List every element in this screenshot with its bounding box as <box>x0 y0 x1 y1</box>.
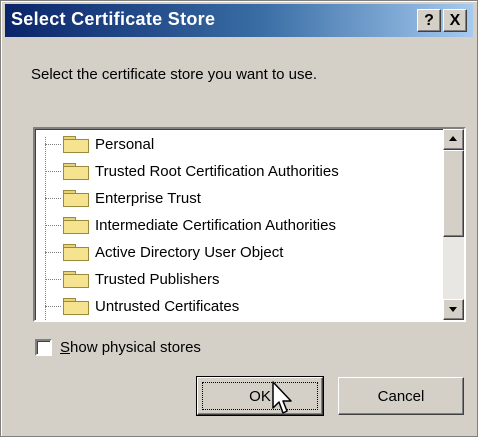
help-button[interactable]: ? <box>417 9 441 32</box>
tree-item-label: Active Directory User Object <box>95 243 284 261</box>
tree-item-label: Personal <box>95 135 155 153</box>
folder-icon <box>63 217 89 234</box>
scroll-down-button[interactable] <box>443 299 464 320</box>
scroll-up-button[interactable] <box>443 129 464 150</box>
mnemonic-letter: S <box>60 339 71 356</box>
show-physical-stores-checkbox[interactable] <box>35 339 52 356</box>
scrollbar-thumb[interactable] <box>443 150 464 237</box>
tree-item-label: Enterprise Trust <box>95 189 201 207</box>
tree-branch-line <box>45 197 61 199</box>
tree-item-intermediate[interactable]: Intermediate Certification Authorities <box>45 212 336 238</box>
folder-icon <box>63 136 89 153</box>
tree-branch-line <box>45 170 61 172</box>
tree-branch-line <box>45 251 61 253</box>
tree-branch-line <box>45 278 61 280</box>
dialog-title: Select Certificate Store <box>11 9 216 29</box>
label-rest: how physical stores <box>70 339 201 356</box>
folder-icon <box>63 190 89 207</box>
scroll-up-arrow-icon <box>449 136 457 141</box>
scroll-down-arrow-icon <box>449 307 457 312</box>
instruction-text: Select the certificate store you want to… <box>31 66 317 83</box>
show-physical-stores-option[interactable]: Show physical stores <box>35 339 201 356</box>
tree-item-enterprise-trust[interactable]: Enterprise Trust <box>45 185 201 211</box>
tree-item-label: Trusted Publishers <box>95 270 220 288</box>
cancel-button[interactable]: Cancel <box>338 377 464 415</box>
ok-button[interactable]: OK <box>196 376 324 416</box>
title-bar[interactable]: Select Certificate Store ? X <box>5 4 473 37</box>
tree-item-label: Trusted Root Certification Authorities <box>95 162 339 180</box>
tree-item-active-directory[interactable]: Active Directory User Object <box>45 239 283 265</box>
show-physical-stores-label[interactable]: Show physical stores <box>60 339 201 356</box>
focus-rectangle <box>202 382 318 410</box>
mouse-pointer-icon <box>272 381 292 414</box>
select-certificate-store-dialog: Select Certificate Store ? X Select the … <box>0 0 478 437</box>
tree-item-label: Untrusted Certificates <box>95 297 240 315</box>
folder-icon <box>63 271 89 288</box>
folder-icon <box>63 163 89 180</box>
folder-icon <box>63 298 89 315</box>
tree-item-trusted-publishers[interactable]: Trusted Publishers <box>45 266 220 292</box>
folder-icon <box>63 244 89 261</box>
cancel-button-label: Cancel <box>377 387 425 405</box>
certificate-store-tree[interactable]: Personal Trusted Root Certification Auth… <box>33 127 466 322</box>
vertical-scrollbar[interactable] <box>443 129 464 320</box>
tree-item-personal[interactable]: Personal <box>45 131 154 157</box>
tree-branch-line <box>45 224 61 226</box>
tree-item-untrusted[interactable]: Untrusted Certificates <box>45 293 239 319</box>
close-button[interactable]: X <box>443 9 467 32</box>
tree-branch-line <box>45 143 61 145</box>
tree-branch-line <box>45 305 61 307</box>
tree-item-label: Intermediate Certification Authorities <box>95 216 336 234</box>
tree-item-trusted-root[interactable]: Trusted Root Certification Authorities <box>45 158 339 184</box>
